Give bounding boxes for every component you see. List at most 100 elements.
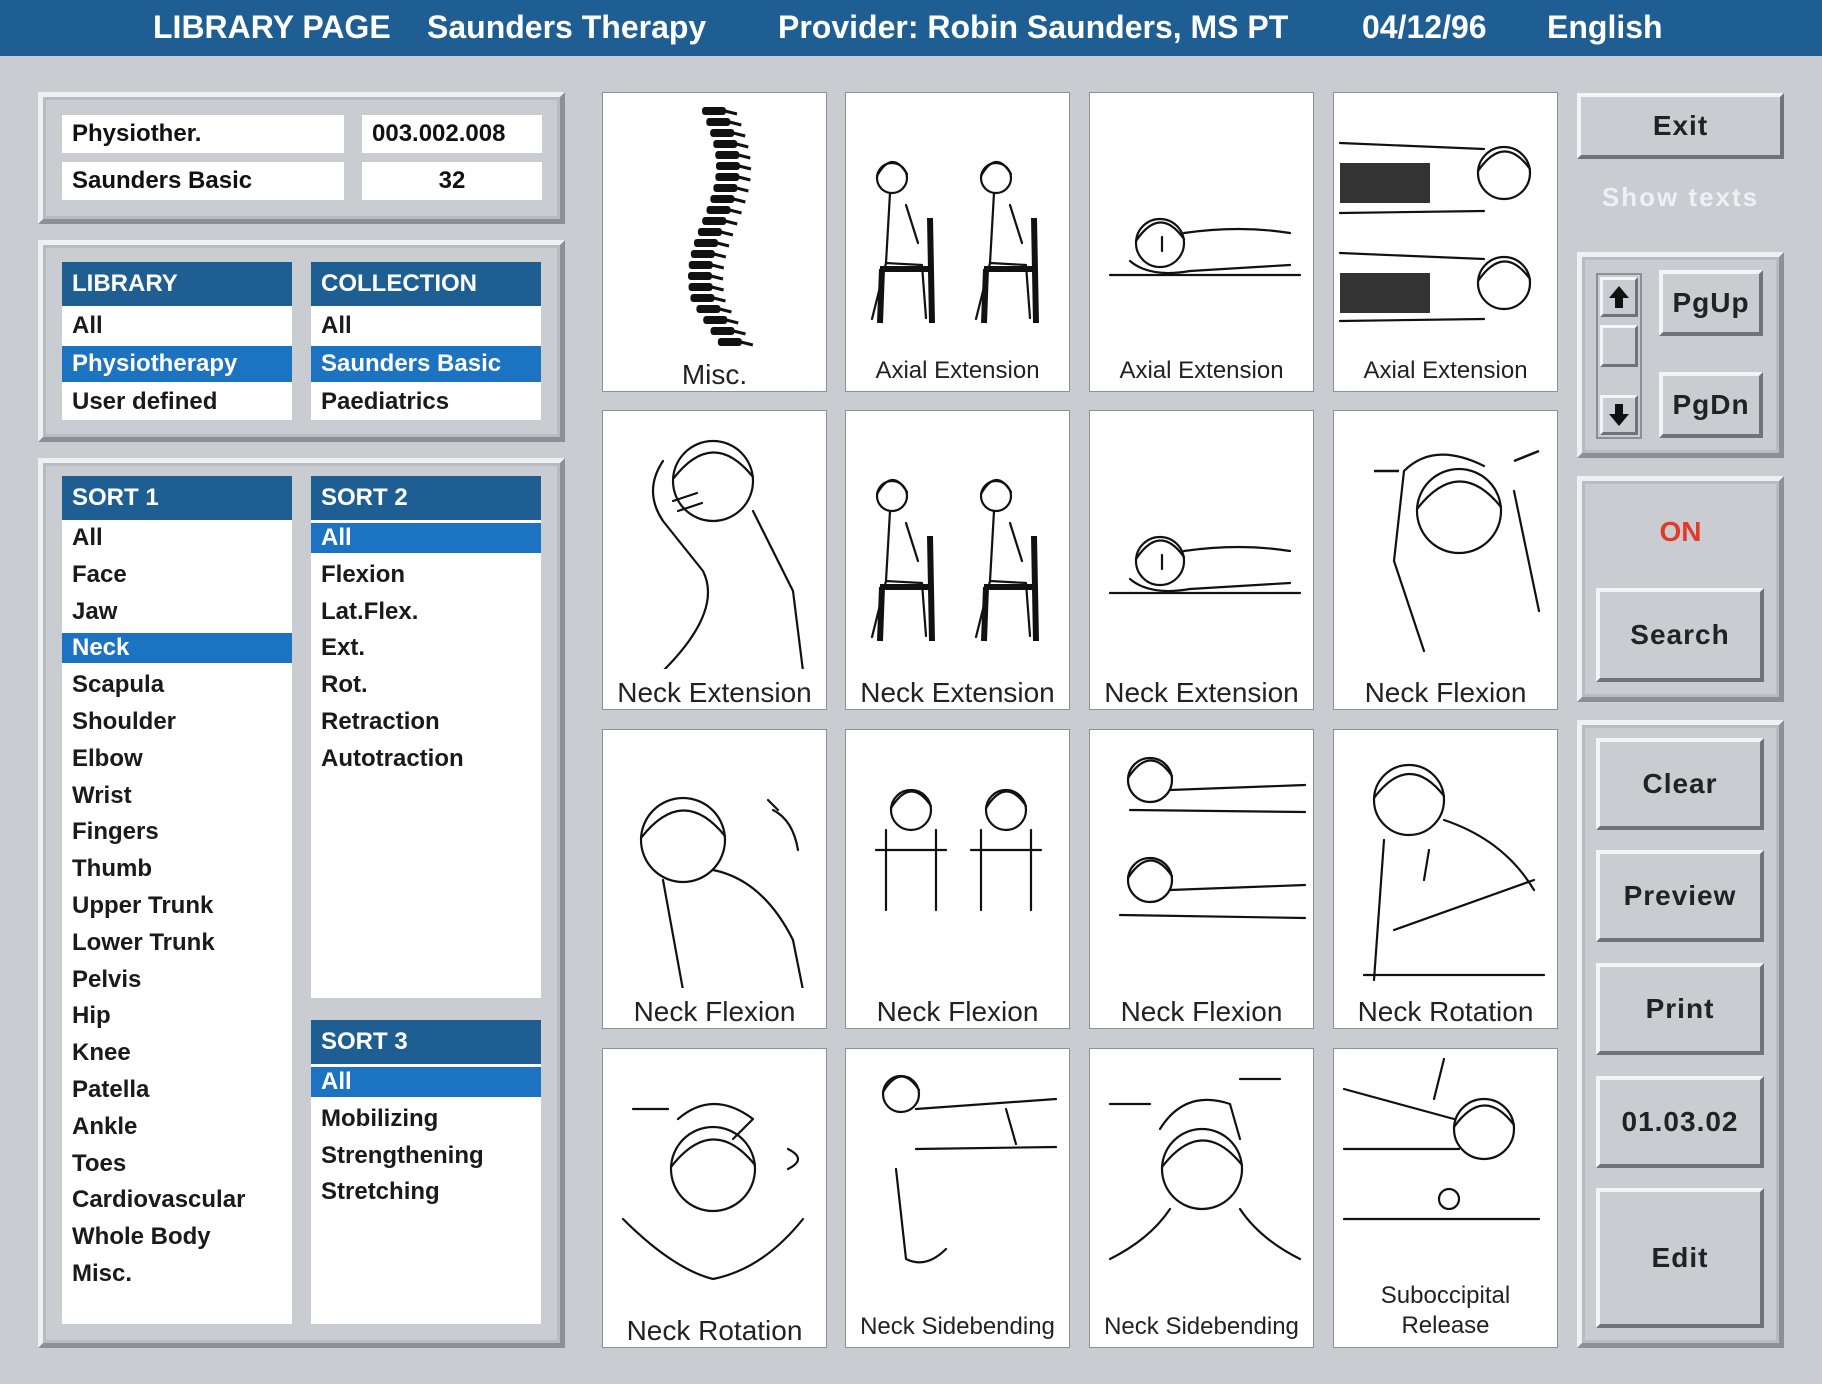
sort1-item[interactable]: Upper Trunk bbox=[62, 888, 292, 925]
sort1-item[interactable]: Shoulder bbox=[62, 704, 292, 741]
exercise-label: Neck Extension bbox=[860, 677, 1055, 708]
sort1-item[interactable]: Misc. bbox=[62, 1256, 292, 1293]
sort1-item[interactable]: Elbow bbox=[62, 741, 292, 778]
sort2-item[interactable]: Flexion bbox=[311, 557, 541, 594]
sort3-item[interactable]: Strengthening bbox=[311, 1138, 541, 1175]
on-indicator: ON bbox=[1659, 516, 1702, 547]
exercise-thumbnail[interactable]: Neck Extension bbox=[845, 410, 1070, 710]
sort1-item[interactable]: Wrist bbox=[62, 778, 292, 815]
sort1-item[interactable]: Whole Body bbox=[62, 1219, 292, 1256]
exercise-thumbnail[interactable]: Neck Extension bbox=[602, 410, 827, 710]
info-panel bbox=[38, 92, 565, 224]
exercise-thumbnail[interactable]: Axial Extension bbox=[1333, 92, 1558, 392]
supine-roll-illustration bbox=[1342, 1057, 1541, 1221]
collection-item[interactable]: All bbox=[311, 306, 541, 346]
side-lying-arm-illustration bbox=[881, 1074, 1058, 1264]
sort3-item[interactable]: All bbox=[311, 1067, 541, 1097]
sort2-item[interactable]: All bbox=[311, 523, 541, 553]
sort2-item[interactable]: Autotraction bbox=[311, 741, 541, 778]
sort1-item[interactable]: Neck bbox=[62, 633, 292, 664]
exercise-label: Neck Sidebending bbox=[860, 1313, 1055, 1340]
exercise-thumbnail[interactable]: Neck Rotation bbox=[602, 1048, 827, 1348]
hands-on-head-illustration bbox=[1374, 449, 1541, 653]
sort1-item[interactable]: Patella bbox=[62, 1072, 292, 1109]
sort2-list: SORT 2 All Flexion Lat.Flex. Ext. Rot. Retract… bbox=[311, 476, 541, 998]
exercise-label: Suboccipital Release bbox=[1380, 1282, 1511, 1339]
sort3-header: SORT 3 bbox=[311, 1020, 541, 1064]
exercise-thumbnail[interactable]: Axial Extension bbox=[845, 92, 1070, 392]
exercise-thumbnail[interactable]: Misc. bbox=[602, 92, 827, 392]
supine-pair-illustration bbox=[1118, 756, 1307, 920]
practice-name: Saunders Therapy bbox=[427, 9, 707, 45]
exercise-thumbnail[interactable]: Axial Extension bbox=[1089, 92, 1314, 392]
sort2-item[interactable]: Retraction bbox=[311, 704, 541, 741]
sort1-item[interactable]: Cardiovascular bbox=[62, 1182, 292, 1219]
exercise-thumbnail[interactable]: Neck Sidebending bbox=[1089, 1048, 1314, 1348]
sort1-item[interactable]: Jaw bbox=[62, 594, 292, 631]
code-field: 003.002.008 bbox=[362, 115, 542, 153]
clear-button[interactable]: Clear bbox=[1596, 738, 1764, 830]
edit-button[interactable]: Edit bbox=[1596, 1188, 1764, 1328]
sort2-item[interactable]: Lat.Flex. bbox=[311, 594, 541, 631]
sort2-item[interactable]: Rot. bbox=[311, 667, 541, 704]
exercise-thumbnail[interactable]: Neck Flexion bbox=[845, 729, 1070, 1029]
print-button[interactable]: Print bbox=[1596, 963, 1764, 1055]
exercise-thumbnail[interactable]: Neck Flexion bbox=[1333, 410, 1558, 710]
library-list: LIBRARY All Physiotherapy User defined bbox=[62, 262, 292, 420]
collection-header: COLLECTION bbox=[311, 262, 541, 306]
prone-head-illustration bbox=[1108, 217, 1302, 277]
sort1-item[interactable]: Lower Trunk bbox=[62, 925, 292, 962]
sort1-item[interactable]: Fingers bbox=[62, 814, 292, 851]
show-texts-toggle[interactable]: Show texts bbox=[1577, 182, 1784, 213]
hands-behind-head-illustration bbox=[652, 439, 804, 669]
scroll-down-arrow[interactable] bbox=[1600, 395, 1638, 435]
code-button[interactable]: 01.03.02 bbox=[1596, 1076, 1764, 1168]
arrow-up-icon bbox=[1609, 286, 1629, 308]
exercise-label: Neck Extension bbox=[1104, 677, 1299, 708]
sort1-item[interactable]: All bbox=[62, 520, 292, 557]
page-title: LIBRARY PAGE bbox=[153, 9, 391, 45]
sort3-item[interactable]: Mobilizing bbox=[311, 1101, 541, 1138]
exercise-label: Axial Extension bbox=[1119, 357, 1284, 384]
library-item[interactable]: User defined bbox=[62, 382, 292, 422]
collection-list: COLLECTION All Saunders Basic Paediatrics bbox=[311, 262, 541, 420]
sort1-item[interactable]: Scapula bbox=[62, 667, 292, 704]
library-item[interactable]: Physiotherapy bbox=[62, 346, 292, 382]
page-down-button[interactable]: PgDn bbox=[1659, 372, 1763, 438]
exercise-label: Misc. bbox=[681, 359, 748, 390]
sort1-item[interactable]: Face bbox=[62, 557, 292, 594]
language[interactable]: English bbox=[1547, 9, 1663, 46]
collection-item[interactable]: Saunders Basic bbox=[311, 346, 541, 382]
preview-button[interactable]: Preview bbox=[1596, 850, 1764, 942]
scroll-up-arrow[interactable] bbox=[1600, 277, 1638, 317]
hand-on-forehead-illustration bbox=[621, 1102, 805, 1281]
exercise-label: Neck Rotation bbox=[1357, 996, 1534, 1027]
sort2-item[interactable]: Ext. bbox=[311, 630, 541, 667]
exercise-thumbnail[interactable]: Neck Flexion bbox=[602, 729, 827, 1029]
sort1-item[interactable]: Ankle bbox=[62, 1109, 292, 1146]
sort2-header: SORT 2 bbox=[311, 476, 541, 520]
exercise-thumbnail[interactable]: Neck Rotation bbox=[1333, 729, 1558, 1029]
page-up-button[interactable]: PgUp bbox=[1659, 270, 1763, 336]
scrollbar[interactable] bbox=[1596, 273, 1642, 439]
sort1-item[interactable]: Hip bbox=[62, 998, 292, 1035]
collection-name-field: Saunders Basic bbox=[62, 162, 344, 200]
exercise-label: Neck Flexion bbox=[1364, 677, 1527, 708]
sort1-item[interactable]: Thumb bbox=[62, 851, 292, 888]
exercise-thumbnail[interactable]: Neck Sidebending bbox=[845, 1048, 1070, 1348]
prone-head-illustration bbox=[1108, 535, 1302, 595]
exercise-thumbnail[interactable]: Suboccipital Release bbox=[1333, 1048, 1558, 1348]
sort1-item[interactable]: Toes bbox=[62, 1146, 292, 1183]
scroll-thumb[interactable] bbox=[1600, 325, 1638, 367]
search-button[interactable]: Search bbox=[1596, 588, 1764, 682]
library-item[interactable]: All bbox=[62, 306, 292, 346]
exercise-thumbnail[interactable]: Neck Flexion bbox=[1089, 729, 1314, 1029]
spine-illustration bbox=[688, 107, 754, 347]
exercise-thumbnail[interactable]: Neck Extension bbox=[1089, 410, 1314, 710]
sort1-item[interactable]: Knee bbox=[62, 1035, 292, 1072]
collection-item[interactable]: Paediatrics bbox=[311, 382, 541, 422]
sort3-item[interactable]: Stretching bbox=[311, 1174, 541, 1211]
sort1-item[interactable]: Pelvis bbox=[62, 962, 292, 999]
seated-pair-illustration bbox=[870, 160, 1039, 324]
exit-button[interactable]: Exit bbox=[1577, 93, 1784, 159]
